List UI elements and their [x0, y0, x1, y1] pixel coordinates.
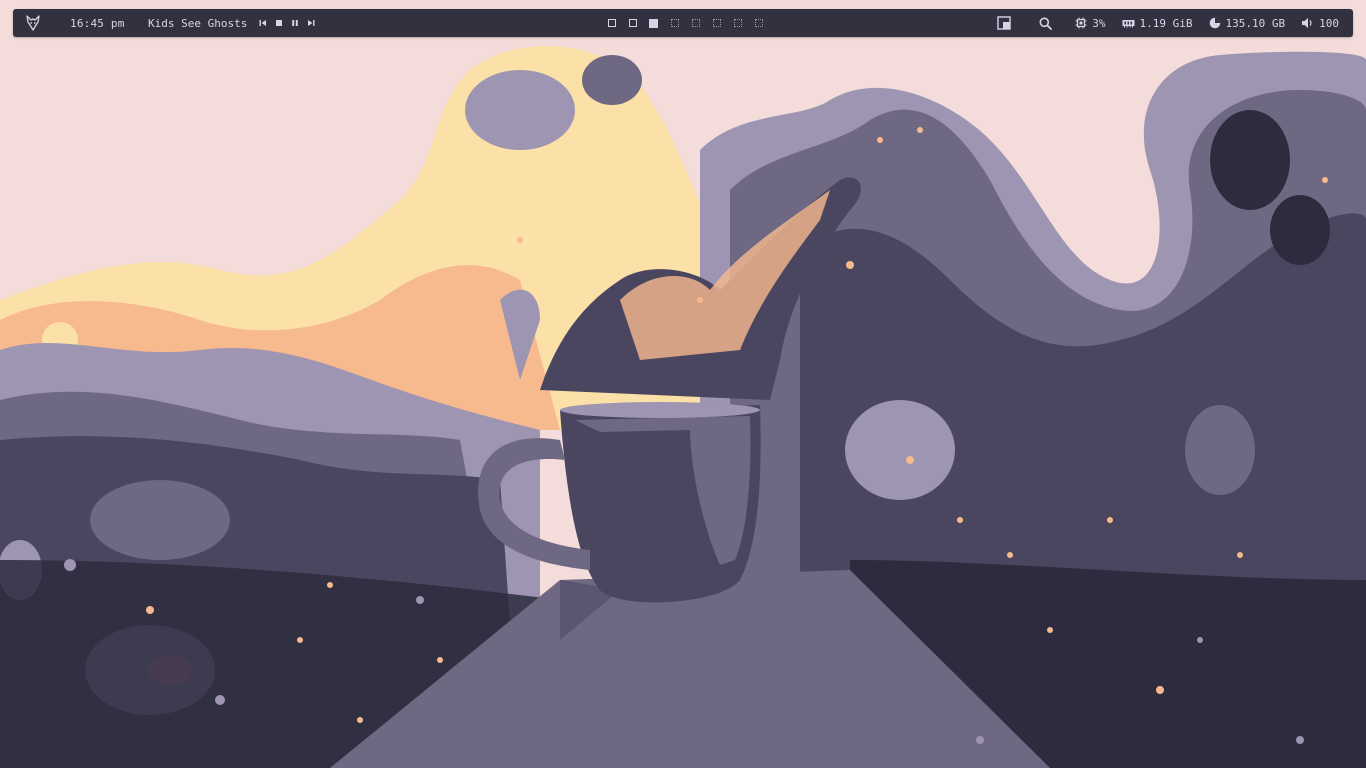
workspace-4[interactable] [664, 13, 685, 33]
disk-usage[interactable]: 135.10 GB [1209, 16, 1286, 30]
pause-icon[interactable] [287, 15, 303, 31]
skip-previous-icon[interactable] [255, 15, 271, 31]
workspace-7[interactable] [727, 13, 748, 33]
workspace-1[interactable] [601, 13, 622, 33]
window-layout-icon[interactable] [993, 12, 1015, 34]
desktop: 16:45 pm Kids See Ghosts 3% 1.19 GiB 135… [0, 0, 1366, 768]
volume-value: 100 [1319, 16, 1339, 30]
workspace-5[interactable] [685, 13, 706, 33]
system-tray: 3% 1.19 GiB 135.10 GB 100 [993, 9, 1353, 37]
memory-usage[interactable]: 1.19 GiB [1122, 17, 1193, 30]
search-icon[interactable] [1034, 12, 1056, 34]
workspace-6[interactable] [706, 13, 727, 33]
wolf-logo-icon[interactable] [25, 9, 41, 37]
skip-next-icon[interactable] [303, 15, 319, 31]
media-title[interactable]: Kids See Ghosts [148, 17, 247, 30]
workspace-8[interactable] [748, 13, 769, 33]
memory-value: 1.19 GiB [1139, 16, 1193, 30]
cpu-icon [1075, 17, 1087, 29]
volume-control[interactable]: 100 [1301, 17, 1339, 30]
cpu-usage[interactable]: 3% [1075, 16, 1106, 30]
disk-usage-icon [1209, 17, 1220, 29]
speaker-icon [1302, 18, 1312, 28]
clock[interactable]: 16:45 pm [70, 9, 125, 37]
cpu-value: 3% [1092, 16, 1106, 30]
workspace-3[interactable] [643, 13, 664, 33]
media-player: Kids See Ghosts [148, 9, 319, 37]
workspace-2[interactable] [622, 13, 643, 33]
splashing-cup-wallpaper [0, 0, 1366, 768]
memory-icon [1122, 20, 1135, 28]
stop-icon[interactable] [271, 15, 287, 31]
top-bar: 16:45 pm Kids See Ghosts 3% 1.19 GiB 135… [13, 9, 1353, 37]
disk-value: 135.10 GB [1225, 16, 1286, 30]
workspace-switcher [601, 9, 769, 37]
